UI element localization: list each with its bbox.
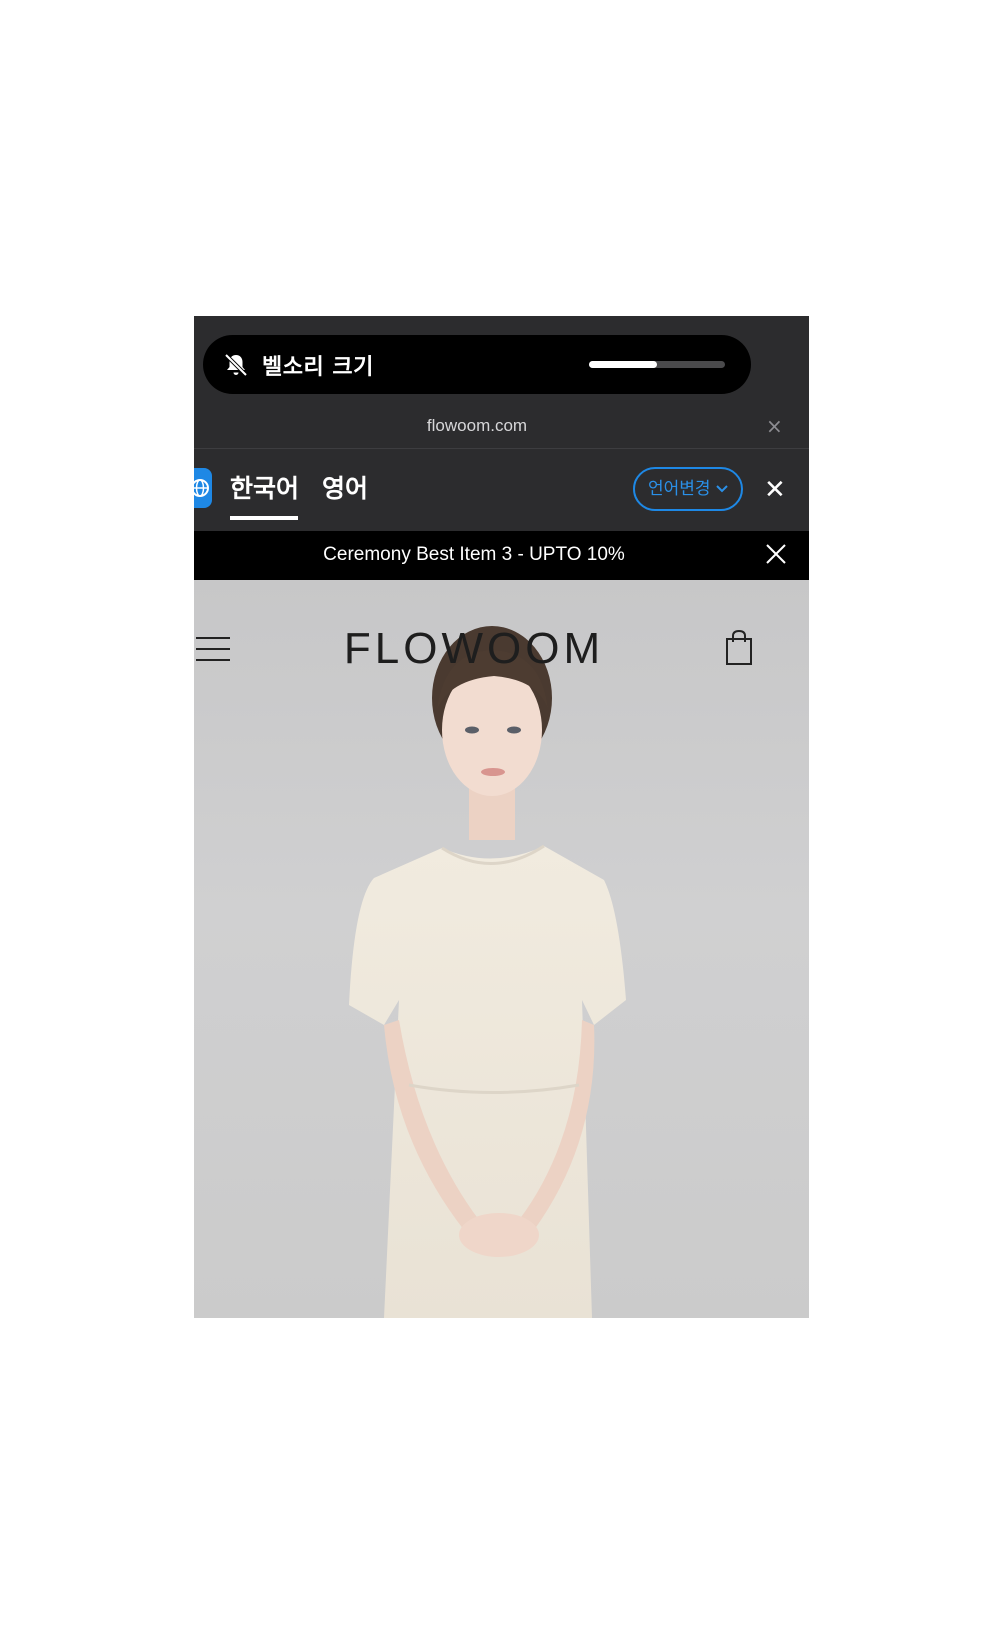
url-text[interactable]: flowoom.com xyxy=(194,416,760,436)
model-photo xyxy=(349,626,626,1318)
change-language-button[interactable]: 언어변경 xyxy=(633,467,743,511)
bell-slash-icon xyxy=(224,353,248,377)
tab-english[interactable]: 영어 xyxy=(322,469,368,505)
tab-korean[interactable]: 한국어 xyxy=(230,469,299,505)
shopping-bag-icon[interactable] xyxy=(725,630,753,666)
promo-text[interactable]: Ceremony Best Item 3 - UPTO 10% xyxy=(194,544,754,566)
promo-banner[interactable]: Ceremony Best Item 3 - UPTO 10% xyxy=(194,531,809,580)
chevron-down-icon xyxy=(716,485,728,493)
phone-screen: 벨소리 크기 flowoom.com × 한국어 영어 언어변경 ✕ Cerem xyxy=(194,316,809,1318)
translate-close-icon[interactable]: ✕ xyxy=(764,475,786,505)
ringer-volume-hud: 벨소리 크기 xyxy=(203,335,751,394)
hero-image[interactable]: FLOWOOM xyxy=(194,580,809,1318)
url-bar[interactable]: flowoom.com × xyxy=(194,408,809,448)
volume-fill xyxy=(589,361,657,368)
translate-icon[interactable] xyxy=(194,468,212,508)
url-close-icon[interactable]: × xyxy=(766,414,783,438)
close-icon[interactable] xyxy=(765,543,787,565)
translate-bar: 한국어 영어 언어변경 ✕ xyxy=(194,449,809,531)
volume-slider[interactable] xyxy=(589,361,725,368)
site-logo[interactable]: FLOWOOM xyxy=(194,624,754,674)
change-language-label: 언어변경 xyxy=(648,479,711,499)
hud-label: 벨소리 크기 xyxy=(262,355,374,380)
active-tab-indicator xyxy=(230,516,298,520)
